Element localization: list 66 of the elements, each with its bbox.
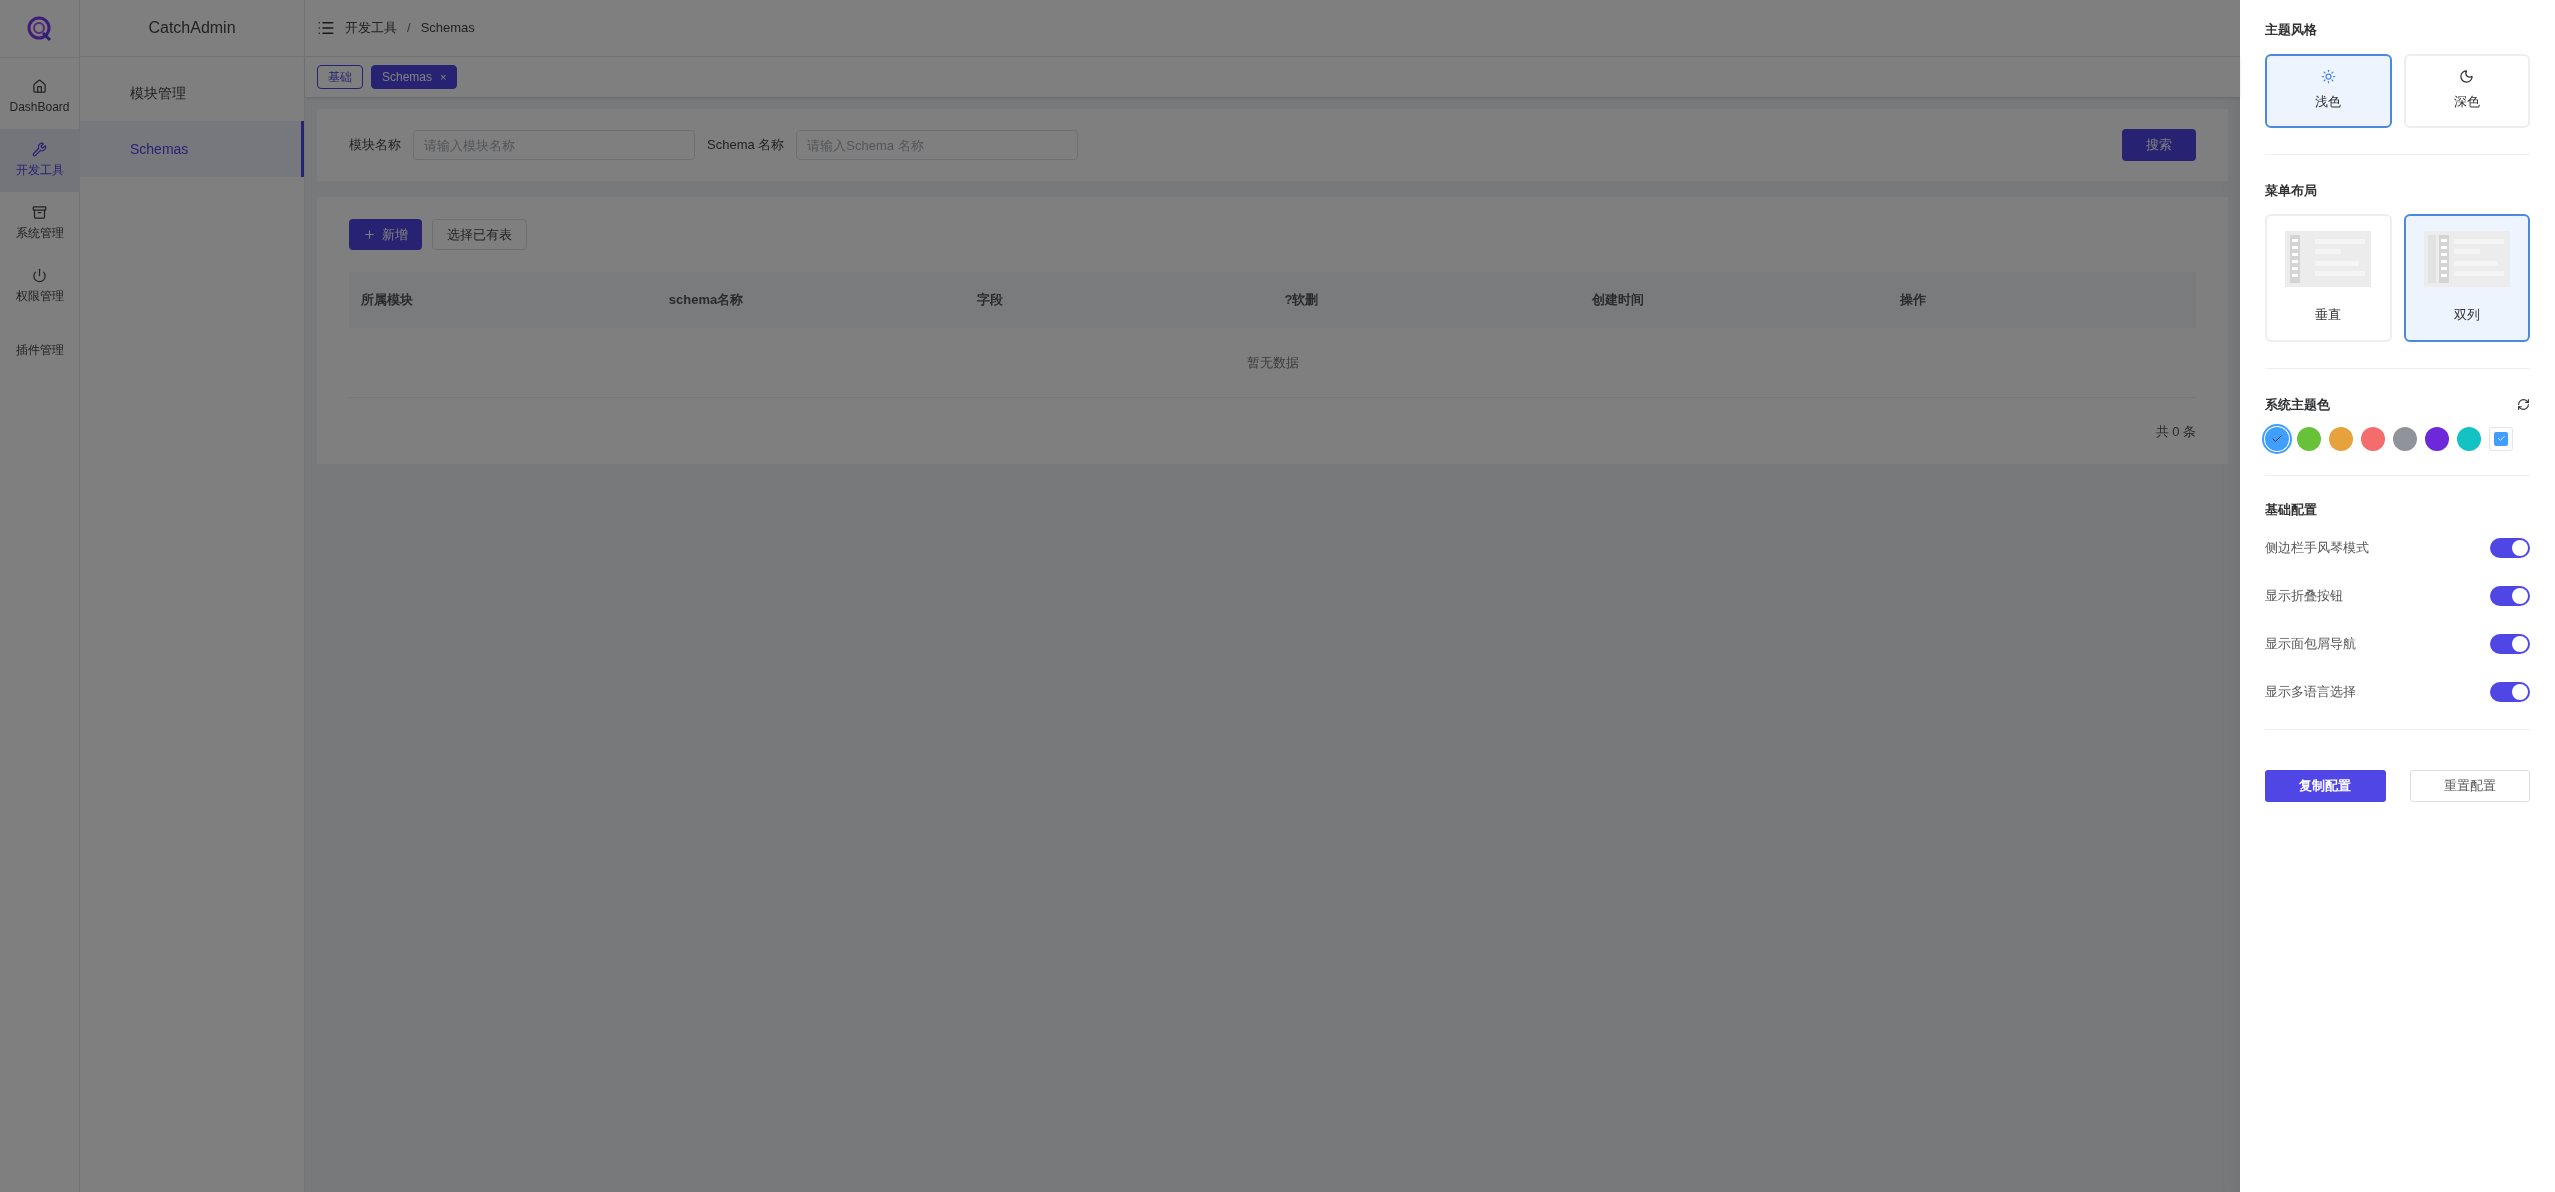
sun-icon (2320, 69, 2336, 85)
section-title: 主题风格 (2265, 21, 2318, 39)
select-table-button[interactable]: 选择已有表 (432, 219, 527, 250)
section-title: 菜单布局 (2265, 181, 2318, 200)
section-title: 系统主题色 (2265, 396, 2330, 414)
page-tab[interactable]: 基础 (317, 65, 363, 89)
page-tab[interactable]: Schemas × (371, 65, 458, 89)
setting-label: 显示折叠按钮 (2265, 587, 2343, 606)
rail-menu-item[interactable]: 权限管理 (0, 255, 79, 318)
layout-option[interactable]: 垂直 (2265, 214, 2392, 342)
toggle-switch[interactable] (2490, 682, 2530, 702)
field-label: 模块名称 (349, 136, 401, 155)
rail-menu-item[interactable]: 系统管理 (0, 192, 79, 255)
field-label: Schema 名称 (707, 136, 785, 155)
color-swatch[interactable] (2425, 426, 2449, 451)
moon-icon (2459, 69, 2475, 85)
color-swatch[interactable] (2393, 426, 2417, 451)
layout-preview-icon (2285, 231, 2372, 288)
rail-menu-item[interactable]: 开发工具 (0, 129, 79, 192)
app-name: CatchAdmin (148, 18, 236, 38)
check-icon (2496, 434, 2506, 443)
toggle-switch[interactable] (2490, 634, 2530, 654)
home-icon (32, 79, 47, 94)
column-header: schema名称 (667, 291, 745, 310)
layout-preview-icon (2423, 231, 2510, 288)
search-button[interactable]: 搜索 (2122, 129, 2196, 161)
section-title: 基础配置 (2265, 500, 2318, 519)
toggle-switch[interactable] (2490, 538, 2530, 558)
copy-config-button[interactable]: 复制配置 (2265, 770, 2386, 802)
box-icon (32, 205, 47, 220)
layout-option[interactable]: 双列 (2403, 214, 2530, 342)
logo-icon (26, 15, 53, 42)
reset-config-button[interactable]: 重置配置 (2409, 770, 2530, 802)
column-header: 操作 (1899, 291, 1928, 310)
empty-text: 暂无数据 (1246, 353, 1299, 372)
color-swatch[interactable] (2265, 426, 2289, 451)
theme-option[interactable]: 浅色 (2265, 53, 2392, 128)
pagination-total: 共 0 条 (2155, 423, 2196, 441)
setting-label: 侧边栏手风琴模式 (2265, 539, 2369, 558)
submenu-item[interactable]: 模块管理 (80, 65, 304, 121)
column-header: 创建时间 (1591, 291, 1646, 310)
power-icon (32, 268, 47, 283)
rail-menu-item[interactable]: DashBoard (0, 66, 79, 129)
theme-option[interactable]: 深色 (2403, 53, 2530, 128)
close-icon[interactable]: × (440, 68, 447, 86)
toggle-switch[interactable] (2490, 586, 2530, 606)
menu-icon[interactable] (317, 19, 335, 37)
column-header: 所属模块 (360, 291, 414, 310)
plus-icon (363, 228, 376, 241)
submenu-item[interactable]: Schemas (80, 121, 304, 177)
color-swatch[interactable] (2297, 426, 2321, 451)
color-swatch[interactable] (2329, 426, 2353, 451)
breadcrumb-item[interactable]: Schemas (420, 18, 475, 38)
setting-label: 显示面包屑导航 (2265, 635, 2356, 654)
column-header: 字段 (975, 291, 1004, 310)
add-button[interactable]: 新增 (349, 219, 422, 250)
setting-label: 显示多语言选择 (2265, 683, 2356, 702)
breadcrumb-item[interactable]: 开发工具 (345, 18, 397, 38)
color-swatch[interactable] (2457, 426, 2481, 451)
tools-icon (32, 142, 47, 157)
rail-menu-item[interactable]: 插件管理 (0, 318, 79, 381)
refresh-icon[interactable] (2517, 398, 2530, 412)
color-picker[interactable] (2489, 426, 2513, 451)
color-swatch[interactable] (2361, 426, 2385, 451)
column-header: ?软删 (1283, 291, 1320, 310)
breadcrumb-separator: / (407, 19, 411, 38)
